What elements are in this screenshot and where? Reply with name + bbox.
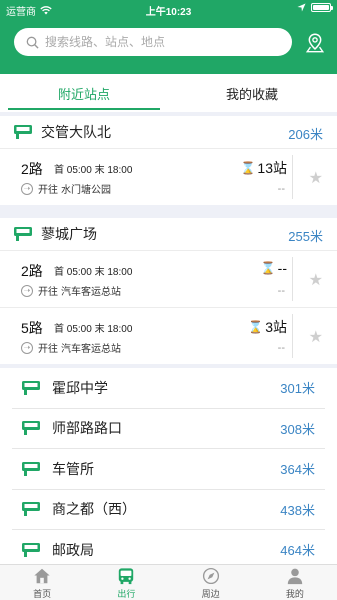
route-name: 2路: [21, 263, 43, 279]
divider: [292, 314, 293, 358]
favorite-star-icon[interactable]: ★: [309, 327, 323, 347]
favorite-star-icon[interactable]: ★: [309, 270, 323, 290]
person-icon: [287, 568, 303, 585]
search-icon: [26, 36, 39, 49]
arrival-sub: --: [277, 342, 285, 354]
arrival-info: ⌛ 13站: [240, 158, 287, 178]
status-bar: 运营商 上午10:23: [0, 0, 337, 18]
direction-prefix: 开往: [38, 185, 58, 196]
list-item-distance: 464米: [280, 543, 315, 559]
tab-nearby-stations[interactable]: 附近站点: [0, 74, 168, 112]
arrow-right-icon: ➝: [21, 284, 33, 297]
tab-bar-top: 附近站点 我的收藏: [0, 74, 337, 112]
station-distance: 206米: [288, 127, 323, 142]
station-header[interactable]: 蓼城广场 255米: [0, 218, 337, 250]
arrival-stops: 13站: [257, 160, 287, 176]
arrow-right-icon: ➝: [21, 182, 33, 195]
home-icon: [34, 568, 50, 584]
tabbar-label: 周边: [201, 589, 220, 599]
bus-icon: [119, 568, 134, 585]
tabbar-item-travel[interactable]: 出行: [84, 565, 168, 600]
list-item-name: 邮政局: [52, 541, 94, 558]
bus-stop-icon: [22, 542, 40, 557]
bus-stop-icon: [14, 125, 32, 139]
route-service-hours: 首 05:00 末 18:00: [54, 267, 133, 278]
list-item-distance: 364米: [280, 462, 315, 478]
tab-my-favorites[interactable]: 我的收藏: [168, 74, 336, 112]
station-header[interactable]: 交管大队北 206米: [0, 116, 337, 148]
list-item-name: 车管所: [52, 460, 94, 477]
app-header: 运营商 上午10:23: [0, 0, 337, 74]
list-item[interactable]: 商之都（西） 438米: [12, 490, 325, 530]
bus-stop-icon: [22, 461, 40, 476]
favorite-star-icon[interactable]: ★: [309, 168, 323, 188]
list-item[interactable]: 师部路路口 308米: [12, 409, 325, 449]
search-bar[interactable]: [14, 28, 292, 56]
route-row[interactable]: 2路 首 05:00 末 18:00 ➝ 开往 汽车客运总站 ⌛ -- -- ★: [0, 250, 337, 307]
tabbar-item-profile[interactable]: 我的: [253, 565, 337, 600]
tabbar-label: 我的: [285, 589, 304, 599]
bus-stop-icon: [22, 380, 40, 395]
list-item-distance: 301米: [280, 381, 315, 397]
list-item-distance: 308米: [280, 421, 315, 437]
location-arrow-icon: [297, 3, 306, 12]
direction-destination: 水门塘公园: [61, 185, 111, 196]
route-name: 2路: [21, 161, 43, 177]
search-input[interactable]: [45, 35, 265, 49]
direction-destination: 汽车客运总站: [61, 344, 121, 355]
tabbar-label: 出行: [117, 589, 136, 599]
status-time: 上午10:23: [145, 7, 192, 18]
bus-stop-icon: [22, 502, 40, 517]
list-item-name: 商之都（西）: [52, 501, 136, 518]
route-row[interactable]: 5路 首 05:00 末 18:00 ➝ 开往 汽车客运总站 ⌛ 3站 -- ★: [0, 307, 337, 364]
station-card: 交管大队北 206米 2路 首 05:00 末 18:00 ➝ 开往 水门塘公园…: [0, 116, 337, 205]
route-row[interactable]: 2路 首 05:00 末 18:00 ➝ 开往 水门塘公园 ⌛ 13站 -- ★: [0, 148, 337, 205]
tabbar-item-home[interactable]: 首页: [0, 565, 84, 600]
hourglass-icon: ⌛: [240, 161, 256, 175]
list-item[interactable]: 车管所 364米: [12, 449, 325, 490]
arrival-sub: --: [277, 285, 285, 297]
bus-stop-icon: [14, 227, 32, 241]
bottom-tab-bar: 首页 出行 周边 我的: [0, 564, 337, 600]
map-location-icon[interactable]: [304, 32, 326, 54]
station-name: 交管大队北: [41, 124, 111, 140]
tabbar-item-nearby[interactable]: 周边: [169, 565, 253, 600]
route-direction: ➝ 开往 水门塘公园: [21, 181, 111, 196]
arrival-info: ⌛ 3站: [248, 317, 287, 337]
hourglass-icon: ⌛: [260, 261, 276, 275]
arrow-right-icon: ➝: [21, 341, 33, 354]
battery-icon: [311, 3, 333, 12]
arrival-stops: --: [277, 260, 287, 276]
route-service-hours: 首 05:00 末 18:00: [54, 165, 133, 176]
tabbar-label: 首页: [33, 589, 52, 599]
list-item-distance: 438米: [280, 502, 315, 518]
list-item[interactable]: 霍邱中学 301米: [12, 368, 325, 409]
route-direction: ➝ 开往 汽车客运总站: [21, 283, 121, 298]
list-item[interactable]: 邮政局 464米: [12, 530, 325, 564]
bus-stop-icon: [22, 421, 40, 436]
direction-prefix: 开往: [38, 344, 58, 355]
route-direction: ➝ 开往 汽车客运总站: [21, 340, 121, 355]
arrival-stops: 3站: [265, 319, 287, 335]
list-item-name: 霍邱中学: [52, 379, 108, 396]
station-name: 蓼城广场: [41, 226, 97, 242]
direction-prefix: 开往: [38, 287, 58, 298]
compass-icon: [202, 567, 219, 585]
station-card: 蓼城广场 255米 2路 首 05:00 末 18:00 ➝ 开往 汽车客运总站…: [0, 218, 337, 364]
active-tab-indicator: [8, 108, 160, 110]
station-distance: 255米: [288, 229, 323, 244]
divider: [292, 155, 293, 199]
divider: [292, 257, 293, 301]
nearby-station-list: 霍邱中学 301米 师部路路口 308米 车管所 364米 商之都（西） 438…: [0, 368, 337, 564]
arrival-info: ⌛ --: [261, 260, 287, 276]
route-name: 5路: [21, 320, 43, 336]
arrival-sub: --: [277, 183, 285, 195]
route-service-hours: 首 05:00 末 18:00: [54, 324, 133, 335]
list-item-name: 师部路路口: [52, 420, 122, 437]
hourglass-icon: ⌛: [248, 320, 264, 334]
direction-destination: 汽车客运总站: [61, 287, 121, 298]
